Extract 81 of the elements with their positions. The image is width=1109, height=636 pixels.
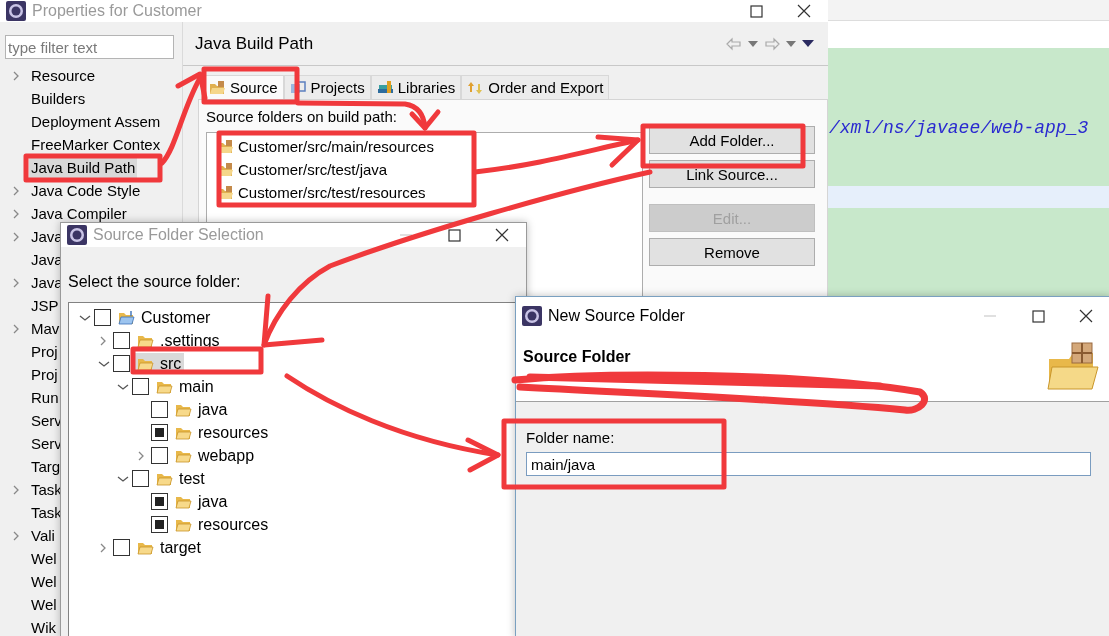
checkbox[interactable] (151, 401, 168, 418)
caret-icon[interactable] (748, 40, 758, 47)
forward-button[interactable] (764, 36, 780, 51)
list-item[interactable]: Customer/src/test/resources (217, 181, 426, 204)
tree-item[interactable]: .settings (134, 330, 223, 351)
list-label: Source folders on build path: (206, 107, 397, 126)
tree-item[interactable]: resources (172, 422, 272, 443)
view-menu-button[interactable] (802, 40, 814, 47)
tree-item[interactable]: resources (172, 514, 272, 535)
sidebar-item[interactable]: Wel (29, 548, 59, 569)
tree-item[interactable]: webapp (172, 445, 258, 466)
sidebar-item[interactable]: Java Code Style (29, 180, 143, 201)
sidebar-item[interactable]: Serv (29, 433, 64, 454)
code-line: /xml/ns/javaee/web-app_3 (828, 117, 1090, 139)
window-title: Source Folder Selection (93, 226, 264, 244)
checkbox[interactable] (151, 493, 168, 510)
window-title: Properties for Customer (32, 2, 202, 20)
sidebar-item[interactable]: Wik (29, 617, 58, 636)
checkbox[interactable] (113, 539, 130, 556)
list-item[interactable]: Customer/src/main/resources (217, 135, 434, 158)
sidebar-item[interactable]: Task (29, 502, 64, 523)
action-button[interactable]: Remove (649, 238, 815, 266)
app-icon (6, 1, 26, 21)
tree-item[interactable]: main (153, 376, 217, 397)
package-folder-icon (209, 80, 226, 95)
checkbox[interactable] (113, 332, 130, 349)
tree-item[interactable]: Customer (115, 307, 214, 328)
sidebar-item[interactable]: Targ (29, 456, 63, 477)
sidebar-item[interactable]: Deployment Assem (29, 111, 163, 132)
field-label: Folder name: (526, 429, 616, 447)
tree-item[interactable]: test (153, 468, 208, 489)
tab[interactable]: Order and Export (461, 75, 610, 99)
sidebar-item[interactable]: Serv (29, 410, 64, 431)
project-folder-icon (118, 309, 136, 326)
app-icon (67, 225, 87, 245)
checkbox[interactable] (151, 447, 168, 464)
close-icon (1079, 309, 1093, 323)
sidebar-item[interactable]: FreeMarker Contex (29, 134, 163, 155)
checkbox[interactable] (113, 355, 130, 372)
maximize-icon (447, 228, 461, 242)
sidebar-item[interactable]: JSP (29, 295, 61, 316)
checkbox[interactable] (132, 378, 149, 395)
sidebar-item[interactable]: Run (29, 387, 61, 408)
tree-item[interactable]: java (172, 491, 231, 512)
sidebar-item[interactable]: Wel (29, 594, 59, 615)
sidebar-item[interactable]: Vali (29, 525, 57, 546)
checkbox[interactable] (151, 516, 168, 533)
page-title: Java Build Path (195, 33, 314, 54)
tab[interactable]: Libraries (370, 75, 462, 99)
filter-field[interactable]: type filter text (5, 35, 174, 59)
maximize-icon (1031, 309, 1045, 323)
prompt-text: Select the source folder: (68, 272, 242, 292)
sidebar-item[interactable]: Proj (29, 364, 60, 385)
tree-item[interactable]: target (134, 537, 204, 558)
arrows-icon (467, 80, 485, 95)
app-icon (522, 306, 542, 326)
sidebar-item[interactable]: Resource (29, 65, 98, 86)
tab[interactable]: Projects (283, 75, 371, 99)
sidebar-item[interactable]: Task (29, 479, 64, 500)
checkbox[interactable] (94, 309, 111, 326)
sidebar-item[interactable]: Proj (29, 341, 60, 362)
checkbox[interactable] (151, 424, 168, 441)
sidebar-item[interactable]: Mav (29, 318, 62, 339)
folder-name-field[interactable]: main/java (526, 452, 1091, 476)
sidebar-item[interactable]: Wel (29, 571, 59, 592)
dialog-heading: Source Folder (523, 348, 631, 367)
tree-item[interactable]: java (172, 399, 231, 420)
projects-icon (289, 80, 307, 95)
close-icon (495, 228, 509, 242)
sidebar-item[interactable]: Builders (29, 88, 88, 109)
maximize-icon (749, 4, 763, 18)
close-icon (797, 4, 811, 18)
window-title: New Source Folder (548, 307, 685, 325)
list-item[interactable]: Customer/src/test/java (217, 158, 388, 181)
checkbox[interactable] (132, 470, 149, 487)
sidebar-item[interactable]: Java Build Path (29, 157, 138, 178)
folder-package-icon (1046, 339, 1102, 393)
books-icon (376, 80, 394, 95)
sidebar-item[interactable]: Java Compiler (29, 203, 129, 224)
caret-icon[interactable] (786, 40, 796, 47)
back-button[interactable] (726, 36, 742, 51)
